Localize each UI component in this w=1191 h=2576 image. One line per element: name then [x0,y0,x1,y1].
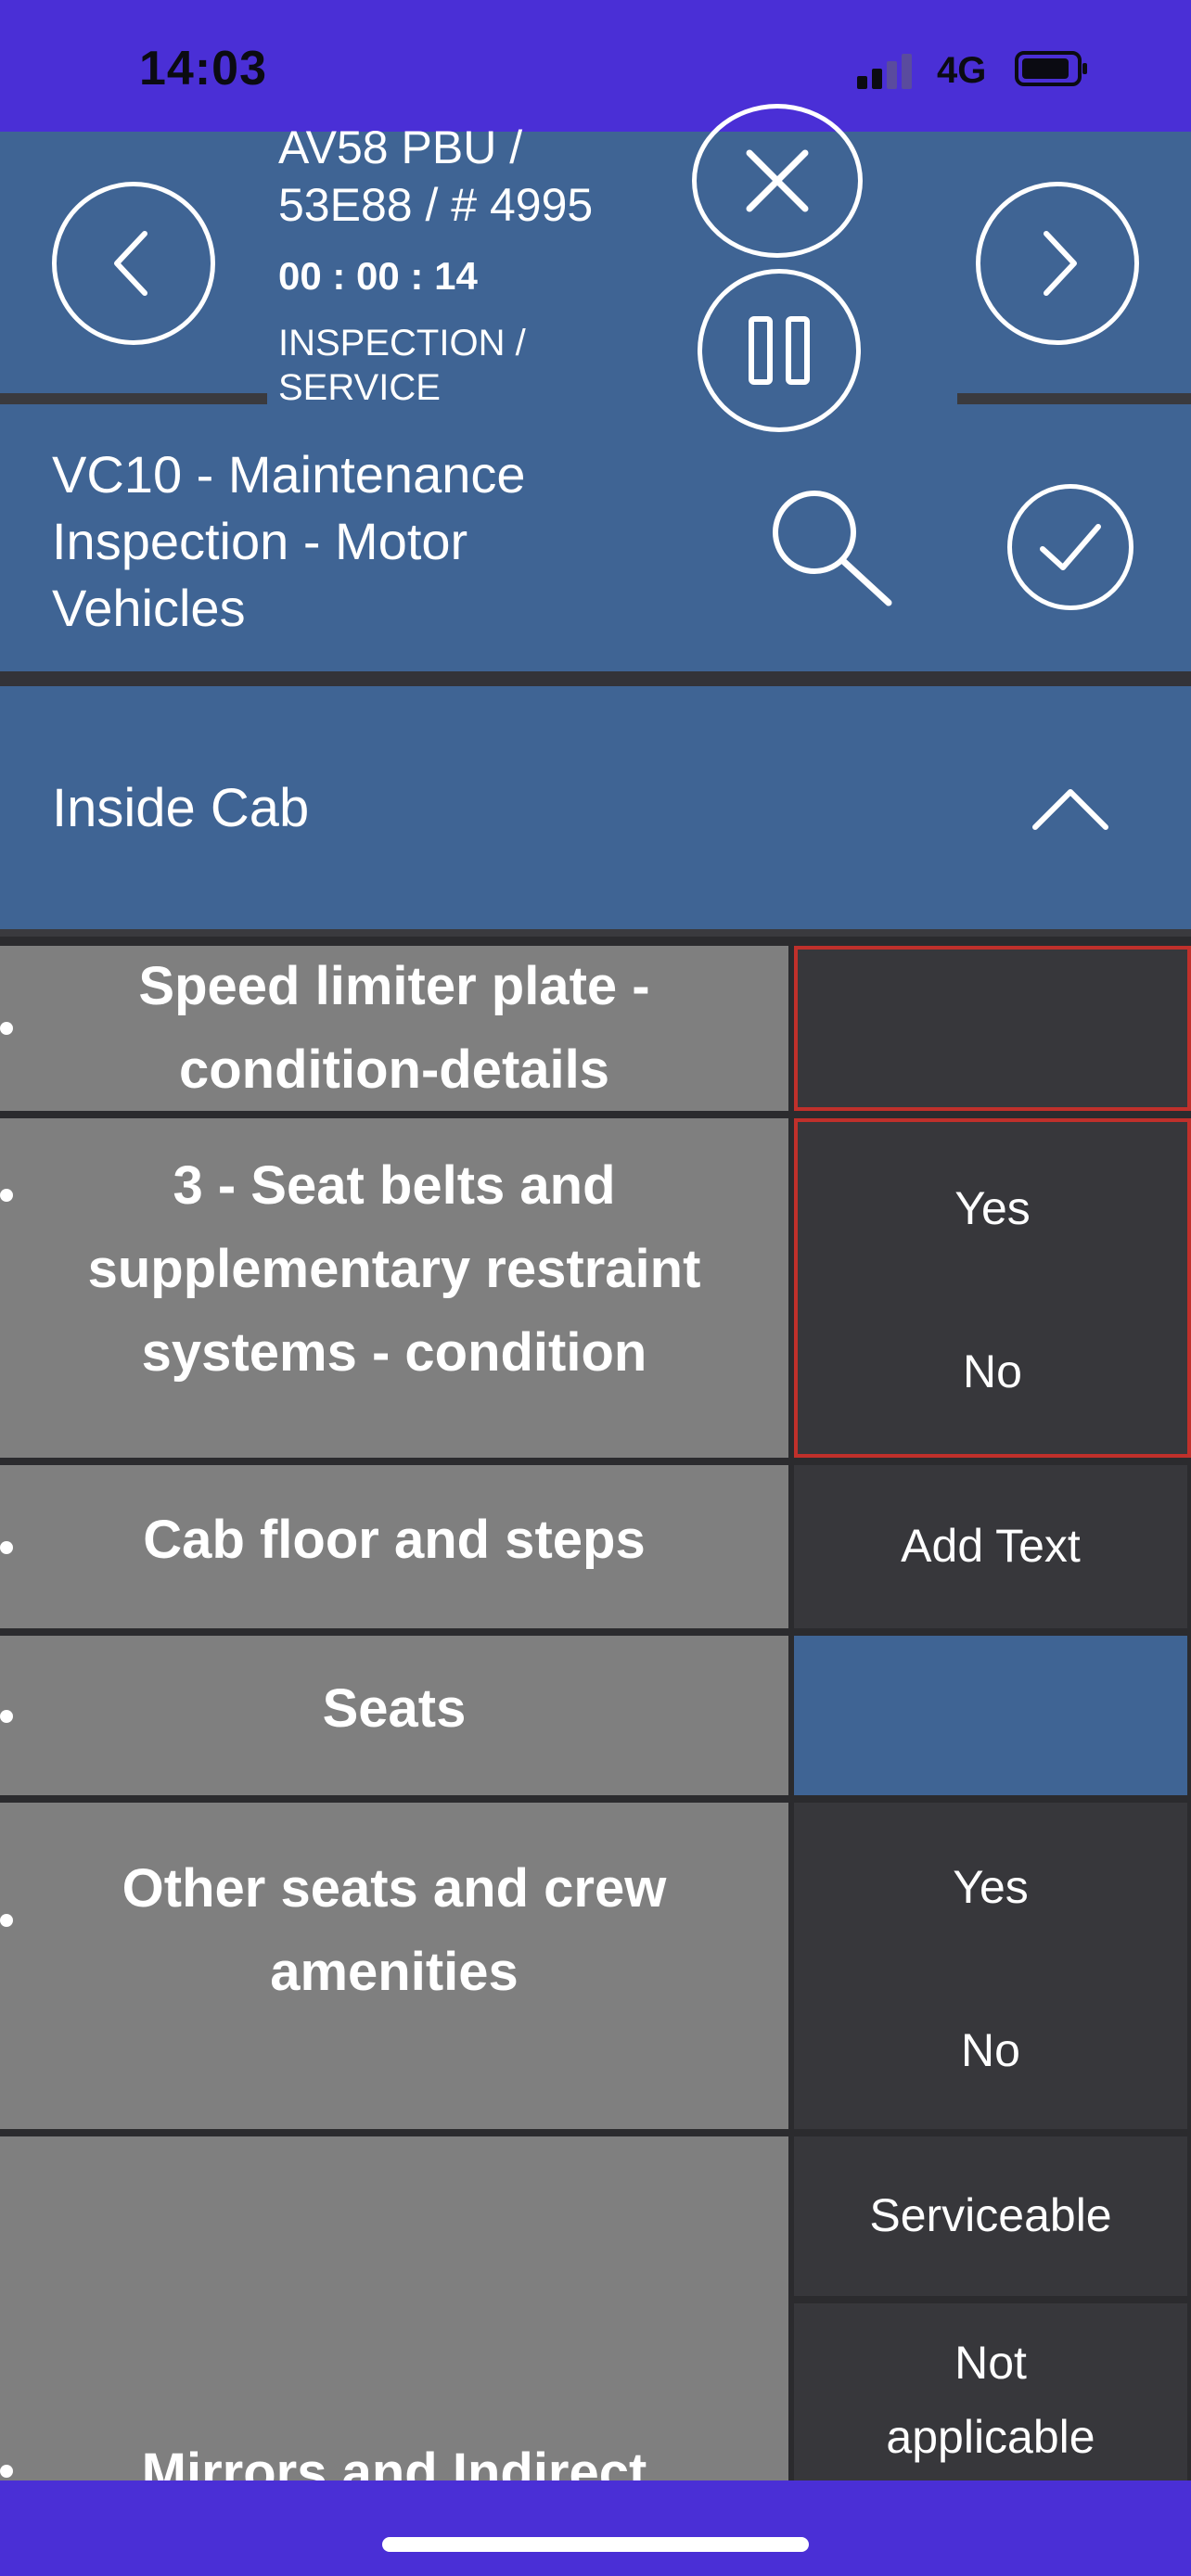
complete-button[interactable] [1007,484,1133,610]
bottom-bar [0,2480,1191,2576]
signal-icon [853,52,918,89]
bullet-icon [0,1710,13,1723]
battery-icon [1015,50,1089,87]
option-line: applicable [886,2411,1095,2463]
close-icon [746,149,809,212]
home-indicator[interactable] [382,2537,809,2552]
item-label-line: systems - condition [141,1322,647,1383]
bullet-icon [0,1914,13,1927]
list-item: Mirrors and Indirect [0,2136,788,2503]
checkmark-icon [1040,524,1101,570]
job-timer: 00 : 00 : 14 [278,254,478,298]
add-text-label: Add Text [901,1520,1081,1572]
form-title-line: VC10 - Maintenance [52,445,526,504]
header-divider [0,393,267,404]
option-not-applicable[interactable]: Not applicable [794,2303,1187,2480]
item-label-line: Other seats and crew [122,1858,667,1919]
vehicle-id: AV58 PBU / 53E88 / # 4995 [278,119,593,234]
pause-icon [749,316,810,385]
job-type-line: SERVICE [278,367,441,408]
job-type-line: INSPECTION / [278,323,526,363]
form-title-line: Vehicles [52,579,246,637]
item-label: Seats [322,1678,467,1739]
search-button[interactable] [768,486,898,616]
selected-value-cell[interactable] [794,1636,1187,1795]
collapse-button[interactable] [1031,784,1109,833]
header-divider [957,393,1191,404]
status-time: 14:03 [139,42,267,96]
yes-no-selector[interactable]: Yes No [794,1803,1187,2129]
pause-button[interactable] [698,269,861,432]
item-label-line: amenities [270,1942,519,2002]
item-label: Cab floor and steps [143,1510,646,1570]
option-yes[interactable]: Yes [794,1860,1187,1914]
option-no[interactable]: No [798,1345,1187,1398]
item-label-line: Speed limiter plate - [138,956,650,1016]
item-label: 3 - Seat belts and supplementary restrai… [88,1144,701,1395]
item-label: Other seats and crew amenities [122,1847,667,2014]
option-not-applicable-label: Not applicable [794,2326,1187,2474]
chevron-up-icon [1032,789,1108,830]
option-yes[interactable]: Yes [798,1181,1187,1235]
job-type: INSPECTION / SERVICE [278,321,526,410]
section-divider [0,671,1191,686]
bullet-icon [0,1189,13,1202]
bullet-icon [0,2465,13,2478]
network-label: 4G [937,50,987,91]
option-serviceable[interactable]: Serviceable [794,2136,1187,2296]
option-line: Not [954,2337,1027,2389]
yes-no-selector[interactable]: Yes No [794,1118,1191,1458]
item-label-line: supplementary restraint [87,1239,701,1299]
bullet-icon [0,1541,13,1554]
item-label: Speed limiter plate - condition-details [138,945,649,1112]
chevron-left-icon [114,231,147,296]
cancel-button[interactable] [692,104,863,258]
form-title: VC10 - Maintenance Inspection - Motor Ve… [52,441,526,642]
vehicle-reg: AV58 PBU / [278,121,523,173]
option-serviceable-label: Serviceable [869,2189,1112,2241]
list-item: Seats [0,1636,788,1795]
chevron-right-icon [1044,231,1077,296]
item-label-line: 3 - Seat belts and [173,1155,616,1216]
section-title: Inside Cab [52,778,310,838]
item-label-line: condition-details [179,1039,609,1100]
list-item: Cab floor and steps [0,1465,788,1628]
form-title-line: Inspection - Motor [52,512,468,570]
vehicle-number: 53E88 / # 4995 [278,179,594,231]
option-no[interactable]: No [794,2023,1187,2077]
previous-button[interactable] [52,182,215,345]
add-text-button[interactable]: Add Text [794,1465,1187,1628]
next-button[interactable] [976,182,1139,345]
detail-input[interactable] [794,946,1191,1111]
list-item: Other seats and crew amenities [0,1803,788,2129]
list-item: Speed limiter plate - condition-details [0,946,788,1111]
list-item: 3 - Seat belts and supplementary restrai… [0,1118,788,1458]
search-icon [773,491,892,606]
bullet-icon [0,1022,13,1035]
